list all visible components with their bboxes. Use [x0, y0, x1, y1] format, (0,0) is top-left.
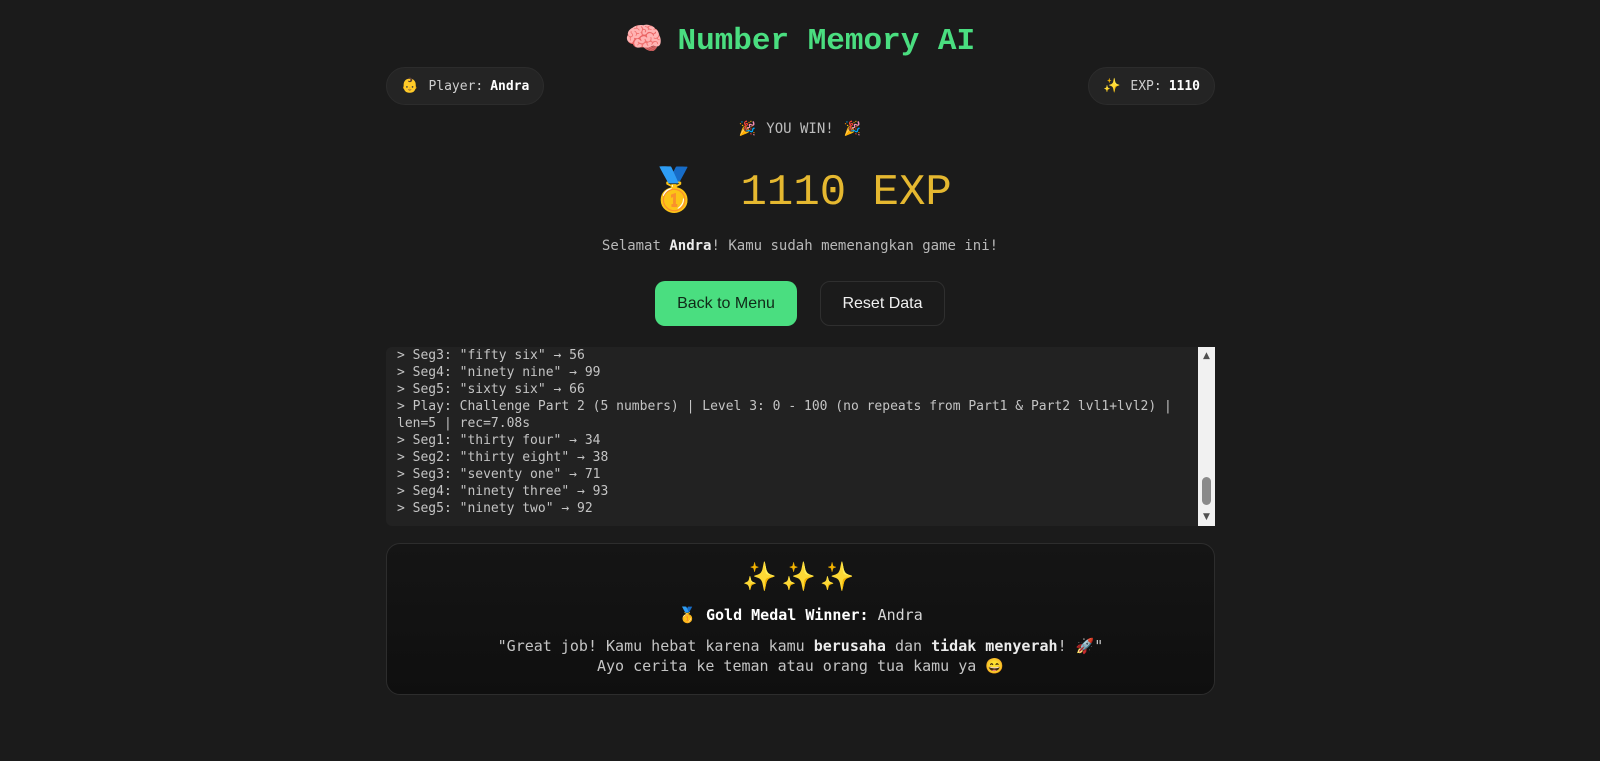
log-line: > Play: Challenge Part 2 (5 numbers) | L… [397, 399, 1180, 431]
exp-result: 🥇 1110 EXP [0, 166, 1600, 218]
gold-medal-icon: 🥇 [678, 606, 697, 624]
page-title: 🧠 Number Memory AI [0, 20, 1600, 59]
congrats-prefix: Selamat [601, 238, 670, 254]
exp-result-text: 1110 EXP [740, 168, 952, 218]
log-scrollbar[interactable]: ▲ ▼ [1198, 347, 1215, 526]
quote-line-1: "Great job! Kamu hebat karena kamu berus… [387, 636, 1214, 656]
sparkles-icon: ✨✨✨ [742, 560, 859, 593]
page-title-text: Number Memory AI [677, 24, 976, 59]
quote-bold-2: tidak menyerah [931, 637, 1058, 655]
scroll-up-arrow-icon[interactable]: ▲ [1198, 349, 1215, 363]
quote-text-1: "Great job! Kamu hebat karena kamu [497, 637, 814, 655]
you-win-banner: 🎉 YOU WIN! 🎉 [0, 121, 1600, 137]
baby-icon: 👶 [401, 78, 419, 94]
congrats-suffix: ! Kamu sudah memenangkan game ini! [711, 238, 999, 254]
exp-label: EXP: [1130, 78, 1162, 94]
back-to-menu-button[interactable]: Back to Menu [655, 281, 797, 326]
scroll-down-arrow-icon[interactable]: ▼ [1198, 510, 1215, 524]
game-log[interactable]: > Seg3: "fifty six" → 56 > Seg4: "ninety … [386, 347, 1214, 526]
log-line: > Seg3: "fifty six" → 56 [397, 348, 585, 363]
quote-bold-1: berusaha [813, 637, 886, 655]
winner-line: 🥇 Gold Medal Winner: Andra [387, 606, 1214, 624]
exp-value: 1110 [1168, 78, 1200, 94]
log-line: > Seg5: "ninety two" → 92 [397, 501, 593, 516]
gold-medal-icon: 🥇 [648, 169, 701, 217]
log-line: > Seg3: "seventy one" → 71 [397, 467, 601, 482]
exp-badge: ✨ EXP: 1110 [1087, 67, 1215, 105]
quote-text-3: ! 🚀" [1057, 637, 1104, 655]
scrollbar-thumb[interactable] [1202, 477, 1211, 505]
log-line: > Seg4: "ninety nine" → 99 [397, 365, 601, 380]
party-popper-icon: 🎉 [843, 121, 862, 137]
winner-label: Gold Medal Winner: [705, 606, 869, 624]
player-badge: 👶 Player: Andra [386, 67, 545, 105]
log-line: > Seg4: "ninety three" → 93 [397, 484, 609, 499]
you-win-text: YOU WIN! [766, 121, 834, 137]
winner-card: ✨✨✨ 🥇 Gold Medal Winner: Andra "Great jo… [386, 543, 1215, 695]
player-name: Andra [490, 78, 530, 94]
log-line: > Seg5: "sixty six" → 66 [397, 382, 585, 397]
quote-text-2: dan [885, 637, 932, 655]
player-label: Player: [428, 78, 484, 94]
congrats-name: Andra [669, 238, 712, 254]
sparkles-icon: ✨ [1102, 78, 1121, 94]
brain-icon: 🧠 [624, 24, 664, 59]
log-line: > Seg1: "thirty four" → 34 [397, 433, 601, 448]
winner-name: Andra [877, 606, 923, 624]
encouragement-quote: "Great job! Kamu hebat karena kamu berus… [387, 636, 1214, 676]
party-popper-icon: 🎉 [738, 121, 757, 137]
quote-line-2: Ayo cerita ke teman atau orang tua kamu … [597, 657, 1004, 675]
congrats-message: Selamat Andra! Kamu sudah memenangkan ga… [0, 238, 1600, 254]
log-line: > Seg2: "thirty eight" → 38 [397, 450, 609, 465]
reset-data-button[interactable]: Reset Data [820, 281, 945, 326]
log-lines: > Seg3: "fifty six" → 56 > Seg4: "ninety … [397, 347, 1187, 517]
app-root: 🧠 Number Memory AI 👶 Player: Andra ✨ EXP:… [0, 0, 1600, 761]
